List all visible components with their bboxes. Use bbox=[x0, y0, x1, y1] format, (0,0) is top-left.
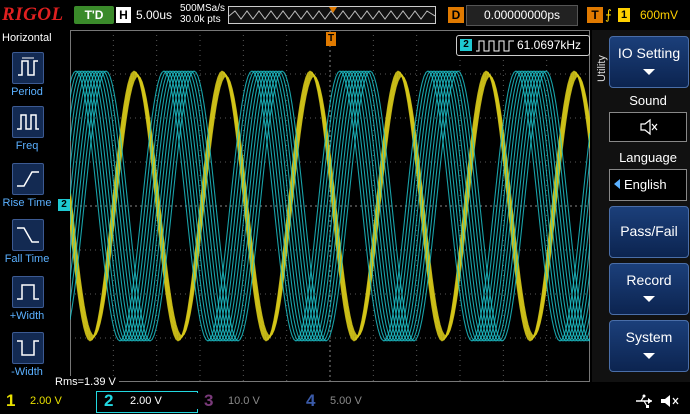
rms-measurement: Rms=1.39 V bbox=[52, 376, 119, 388]
chevron-down-icon bbox=[643, 296, 655, 302]
trigger-channel: 1 bbox=[618, 8, 630, 22]
delay-badge: D bbox=[448, 7, 464, 23]
record-label: Record bbox=[626, 272, 672, 288]
ch4-scale[interactable]: 5.00 V bbox=[320, 393, 400, 409]
sidebar-item-freq[interactable]: Freq bbox=[2, 106, 52, 160]
speaker-muted-icon bbox=[640, 118, 658, 136]
speaker-icon[interactable] bbox=[658, 393, 684, 409]
ch1-scale[interactable]: 2.00 V bbox=[20, 393, 100, 409]
ch2-number[interactable]: 2 bbox=[104, 391, 113, 411]
neg-width-icon bbox=[12, 332, 44, 364]
frequency-readout: 2 61.0697kHz bbox=[456, 35, 590, 56]
sidebar-item-fall-time[interactable]: Fall Time bbox=[2, 219, 52, 273]
system-button[interactable]: System bbox=[609, 320, 689, 372]
period-icon bbox=[12, 52, 44, 84]
memory-waveform-icon bbox=[228, 7, 436, 20]
ch4-number[interactable]: 4 bbox=[306, 391, 315, 411]
rising-edge-icon: ⨍ bbox=[605, 7, 612, 22]
sidebar-item-label: -Width bbox=[11, 366, 43, 378]
trigger-badge: T bbox=[587, 7, 603, 23]
memory-depth: 30.0k pts bbox=[180, 14, 221, 25]
delay-value[interactable]: 0.00000000ps bbox=[466, 5, 578, 26]
sidebar-item-label: Rise Time bbox=[2, 197, 52, 209]
sidebar-item-period[interactable]: Period bbox=[2, 52, 52, 106]
fall-time-icon bbox=[12, 219, 44, 251]
pass-fail-label: Pass/Fail bbox=[620, 223, 678, 239]
sidebar-item-neg-width[interactable]: -Width bbox=[2, 332, 52, 386]
run-state-badge[interactable]: T'D bbox=[74, 6, 114, 24]
language-value: English bbox=[624, 177, 667, 192]
chevron-down-icon bbox=[643, 69, 655, 75]
freq-icon bbox=[12, 106, 44, 138]
waveform-display[interactable] bbox=[70, 30, 590, 382]
usb-icon bbox=[636, 394, 652, 408]
acquisition-info: 500MSa/s 30.0k pts bbox=[180, 3, 225, 25]
menu-side-strip bbox=[594, 32, 608, 382]
language-select[interactable]: English bbox=[609, 169, 687, 201]
timebase-value[interactable]: 5.00us bbox=[136, 8, 172, 22]
utility-side-label: Utility bbox=[596, 55, 608, 82]
sidebar-item-rise-time[interactable]: Rise Time bbox=[2, 163, 52, 217]
chevron-left-icon bbox=[614, 179, 620, 189]
trigger-position-marker[interactable]: T bbox=[326, 32, 336, 46]
trigger-level[interactable]: 600mV bbox=[640, 8, 678, 22]
sidebar-item-label: Fall Time bbox=[4, 253, 50, 265]
record-button[interactable]: Record bbox=[609, 263, 689, 315]
language-label: Language bbox=[619, 150, 677, 165]
pos-width-icon bbox=[12, 276, 44, 308]
frequency-channel-badge: 2 bbox=[460, 39, 472, 51]
system-label: System bbox=[625, 329, 673, 345]
memory-waveform-strip bbox=[228, 6, 436, 24]
ch1-number[interactable]: 1 bbox=[6, 391, 15, 411]
frequency-value: 61.0697kHz bbox=[517, 38, 582, 52]
sidebar-item-label: Period bbox=[11, 86, 43, 98]
square-wave-icon bbox=[476, 40, 514, 52]
ch2-scale[interactable]: 2.00 V bbox=[120, 393, 200, 409]
sidebar-title: Horizontal bbox=[2, 32, 52, 44]
rise-time-icon bbox=[12, 163, 44, 195]
pass-fail-button[interactable]: Pass/Fail bbox=[609, 206, 689, 258]
chevron-down-icon bbox=[643, 353, 655, 359]
ch2-offset-marker[interactable]: 2 bbox=[58, 199, 70, 211]
sidebar-item-label: +Width bbox=[9, 310, 45, 322]
sound-label: Sound bbox=[629, 93, 667, 108]
sidebar-item-pos-width[interactable]: +Width bbox=[2, 276, 52, 330]
ch3-scale[interactable]: 10.0 V bbox=[218, 393, 298, 409]
horizontal-badge: H bbox=[116, 7, 131, 23]
sound-toggle[interactable] bbox=[609, 112, 687, 142]
brand-logo: RIGOL bbox=[2, 4, 64, 25]
io-setting-label: IO Setting bbox=[617, 45, 681, 61]
ch3-number[interactable]: 3 bbox=[204, 391, 213, 411]
sample-rate: 500MSa/s bbox=[180, 3, 226, 14]
sidebar-item-label: Freq bbox=[15, 140, 39, 152]
io-setting-button[interactable]: IO Setting bbox=[609, 36, 689, 88]
